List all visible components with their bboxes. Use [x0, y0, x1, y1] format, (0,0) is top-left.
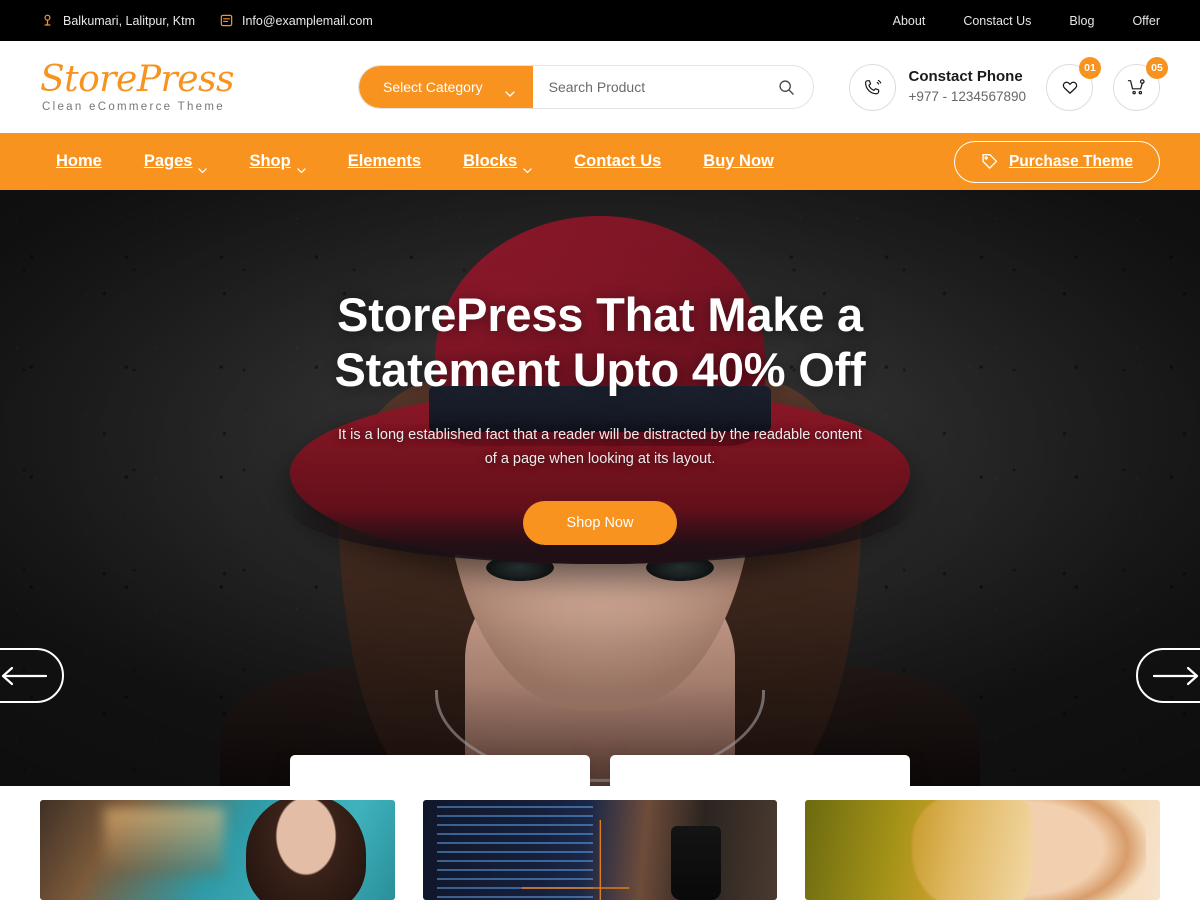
site-header: StorePress Clean eCommerce Theme Select … [0, 41, 1200, 133]
topbar-link-contact[interactable]: Constact Us [963, 14, 1031, 28]
site-logo[interactable]: StorePress Clean eCommerce Theme [40, 58, 340, 113]
search-field-wrap [533, 66, 813, 108]
topbar-contact-group: Balkumari, Lalitpur, Ktm Info@examplemai… [40, 13, 373, 28]
bottom-card-1[interactable] [40, 800, 395, 900]
location-pin-icon [40, 13, 55, 28]
nav-item-blocks[interactable]: Blocks [442, 152, 553, 173]
nav-label-blocks: Blocks [463, 152, 518, 170]
wishlist-count-badge: 01 [1079, 56, 1101, 79]
logo-tagline: Clean eCommerce Theme [42, 100, 225, 113]
nav-item-elements[interactable]: Elements [327, 152, 442, 171]
hero-title: StorePress That Make a Statement Upto 40… [334, 288, 866, 396]
search-input[interactable] [548, 79, 778, 95]
purchase-theme-button[interactable]: Purchase Theme [953, 140, 1160, 183]
nav-item-buy-now[interactable]: Buy Now [682, 152, 795, 171]
topbar-email[interactable]: Info@examplemail.com [219, 13, 373, 28]
price-tag-icon [981, 153, 998, 170]
nav-item-shop[interactable]: Shop [228, 152, 326, 173]
phone-text: Constact Phone +977 - 1234567890 [909, 68, 1027, 105]
purchase-theme-label: Purchase Theme [1008, 152, 1133, 170]
nav-item-home[interactable]: Home [40, 152, 123, 171]
bottom-card-3[interactable] [805, 800, 1161, 900]
topbar-address-label: Balkumari, Lalitpur, Ktm [63, 13, 195, 28]
select-category-dropdown[interactable]: Select Category [359, 66, 533, 108]
logo-wordmark: StorePress [40, 58, 235, 100]
chevron-down-icon [296, 159, 306, 173]
wishlist-button[interactable]: 01 [1046, 56, 1101, 111]
slider-prev-button[interactable] [0, 648, 64, 703]
product-search-bar: Select Category [358, 65, 814, 109]
promo-cards: CATCH BIG DEALS ON THE HEADPHONE NOW. Sh… [290, 755, 910, 786]
slider-next-button[interactable] [1136, 648, 1200, 703]
nav-label-buy-now: Buy Now [703, 152, 774, 170]
bottom-image-cards [0, 786, 1200, 900]
topbar-link-offer[interactable]: Offer [1132, 14, 1160, 28]
topbar: Balkumari, Lalitpur, Ktm Info@examplemai… [0, 0, 1200, 41]
main-navigation: Home Pages Shop Elements Blocks Contact … [0, 133, 1200, 190]
topbar-link-blog[interactable]: Blog [1069, 14, 1094, 28]
cart-button[interactable]: 05 [1113, 56, 1168, 111]
nav-label-elements: Elements [347, 152, 422, 170]
envelope-icon [219, 13, 234, 28]
nav-item-contact-us[interactable]: Contact Us [553, 152, 682, 171]
magnifier-icon[interactable] [778, 79, 795, 96]
phone-number: +977 - 1234567890 [908, 89, 1027, 105]
phone-label: Constact Phone [908, 68, 1023, 86]
chevron-down-icon [198, 159, 208, 173]
header-actions: Constact Phone +977 - 1234567890 01 05 [848, 56, 1168, 111]
chevron-down-icon [504, 84, 515, 97]
topbar-links: About Constact Us Blog Offer [893, 14, 1160, 28]
cart-count-badge: 05 [1146, 56, 1168, 79]
hero-shop-now-button[interactable]: Shop Now [522, 501, 678, 545]
promo-card-headphone[interactable]: CATCH BIG DEALS ON THE HEADPHONE NOW. Sh… [290, 755, 590, 786]
phone-ring-icon [848, 63, 896, 111]
contact-phone-block[interactable]: Constact Phone +977 - 1234567890 [848, 63, 1027, 111]
arrow-left-icon [0, 665, 48, 687]
bottom-card-2[interactable] [422, 800, 778, 900]
topbar-address: Balkumari, Lalitpur, Ktm [40, 13, 195, 28]
hero-slider: StorePress That Make a Statement Upto 40… [0, 190, 1200, 786]
topbar-email-label: Info@examplemail.com [242, 13, 373, 28]
promo-card-console[interactable]: CATCH BIG DEALS ON THE CONSOLES NOW. Sho… [610, 755, 910, 786]
nav-items: Home Pages Shop Elements Blocks Contact … [40, 152, 795, 173]
nav-label-pages: Pages [143, 152, 193, 170]
nav-label-shop: Shop [249, 152, 291, 170]
nav-label-home: Home [56, 152, 102, 170]
nav-label-contact-us: Contact Us [574, 152, 662, 170]
crosshair-overlay-icon [521, 820, 629, 900]
arrow-right-icon [1152, 665, 1200, 687]
topbar-link-about[interactable]: About [893, 14, 926, 28]
hero-description: It is a long established fact that a rea… [338, 427, 862, 467]
hero-content: StorePress That Make a Statement Upto 40… [0, 190, 1200, 786]
chevron-down-icon [523, 159, 532, 173]
select-category-label: Select Category [383, 79, 483, 95]
nav-item-pages[interactable]: Pages [123, 152, 229, 173]
